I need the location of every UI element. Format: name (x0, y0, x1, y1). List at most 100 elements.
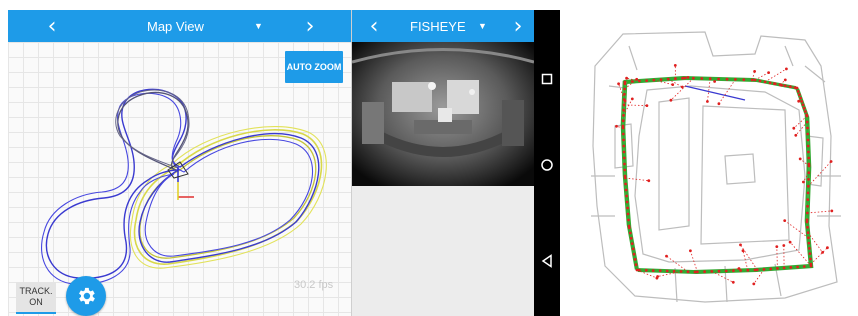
keyframe-point (630, 242, 634, 246)
keyframe-point (626, 206, 629, 210)
map-view-title[interactable]: Map View (147, 10, 204, 42)
keyframe-branch (625, 177, 649, 182)
keyframe-branch (718, 79, 736, 104)
trajectory-yellow-2 (139, 135, 317, 259)
keyframe-points (615, 64, 834, 286)
trajectory-yellow-1 (133, 129, 323, 265)
chevron-left-icon: ‹ (369, 13, 379, 39)
keyframe-point (737, 267, 741, 270)
keyframe-point (623, 168, 627, 172)
keyframe-point (717, 102, 721, 106)
caret-down-icon[interactable]: ▼ (254, 10, 263, 42)
keyframe-point (629, 236, 633, 240)
keyframe-point (625, 194, 628, 198)
keyframe-point (796, 90, 800, 93)
keyframe-point (634, 263, 638, 267)
keyframe-point (659, 78, 663, 81)
camera-empty-panel (352, 186, 534, 316)
keyframe-point (806, 204, 809, 208)
keyframe-point (713, 80, 716, 83)
keyframe-point (739, 243, 742, 247)
keyframe-point (617, 82, 620, 86)
keyframe-branch (707, 78, 711, 102)
settings-button[interactable] (66, 276, 106, 316)
keyframe-point (651, 269, 655, 272)
keyframe-point (621, 124, 625, 128)
map-next-button[interactable]: › (294, 10, 326, 42)
keyframe-point (703, 270, 706, 274)
keyframe-point (632, 252, 636, 256)
phone-screen: ‹ Map View ▼ › AUTO ZOOM 30.2 fps TRACK.… (8, 10, 560, 316)
keyframe-point (645, 104, 649, 107)
keyframe-point (767, 71, 770, 74)
camera-next-button[interactable]: › (502, 10, 534, 42)
keyframe-point (807, 156, 811, 160)
keyframe-point (806, 132, 810, 136)
keyframe-point (753, 70, 756, 73)
keyframe-point (624, 182, 627, 186)
keyframe-point (626, 212, 630, 216)
keyframe-point (773, 82, 776, 85)
track-label: TRACK. (19, 286, 53, 296)
keyframe-point (753, 268, 757, 272)
recent-apps-button[interactable] (534, 66, 560, 92)
keyframe-point (768, 81, 772, 85)
keyframe-point (783, 78, 787, 82)
trajectory-blue-1 (45, 88, 320, 279)
keyframe-point (806, 191, 810, 195)
map-canvas[interactable] (8, 42, 351, 316)
keyframe-point (621, 132, 625, 136)
square-icon (541, 73, 553, 85)
camera-view-title[interactable]: FISHEYE (410, 10, 466, 42)
keyframe-point (808, 247, 811, 250)
keyframe-point (775, 245, 779, 249)
chevron-right-icon: › (305, 13, 315, 39)
keyframe-point (806, 138, 810, 142)
chevron-left-icon: ‹ (47, 13, 57, 39)
keyframe-point (807, 241, 811, 245)
keyframe-point (804, 110, 807, 113)
keyframe-branch (776, 246, 778, 269)
keyframe-point (717, 269, 721, 273)
keyframe-point (830, 209, 834, 213)
keyframe-point (797, 99, 801, 103)
keyframe-point (672, 269, 676, 273)
camera-prev-button[interactable]: ‹ (358, 10, 390, 42)
keyframe-point (799, 96, 802, 100)
trajectory-plot (41, 88, 327, 285)
fisheye-image (352, 42, 534, 186)
fps-readout: 30.2 fps (294, 279, 334, 291)
keyframe-point (622, 150, 626, 154)
keyframe-point (689, 249, 692, 253)
triangle-icon (541, 254, 552, 268)
keyframe-point (673, 64, 677, 67)
map-view-header: ‹ Map View ▼ › (8, 10, 351, 42)
keyframe-point (758, 79, 762, 83)
keyframe-branch (764, 68, 787, 83)
back-button[interactable] (534, 248, 560, 274)
keyframe-point (798, 157, 802, 161)
map-prev-button[interactable]: ‹ (36, 10, 68, 42)
track-toggle-button[interactable]: TRACK. ON (16, 282, 56, 314)
keyframe-point (809, 257, 812, 261)
keyframe-point (630, 97, 634, 101)
keyframe-point (635, 77, 639, 81)
keyframe-point (623, 174, 627, 178)
trajectory-blue-2 (41, 92, 314, 285)
keyframe-point (742, 78, 746, 82)
home-button[interactable] (534, 152, 560, 178)
keyframe-point (665, 269, 669, 273)
keyframe-point (627, 224, 631, 228)
caret-down-icon[interactable]: ▼ (478, 10, 487, 42)
keyframe-point (802, 180, 805, 184)
keyframe-point (806, 126, 809, 130)
keyframe-point (633, 258, 637, 261)
keyframe-point (681, 76, 684, 80)
keyframe-point (789, 266, 793, 269)
circle-icon (541, 159, 553, 171)
gear-icon (79, 287, 95, 305)
auto-zoom-button[interactable]: AUTO ZOOM (285, 51, 343, 83)
keyframe-point (625, 76, 628, 80)
keyframe-point (802, 106, 806, 110)
keyframe-point (655, 276, 659, 280)
